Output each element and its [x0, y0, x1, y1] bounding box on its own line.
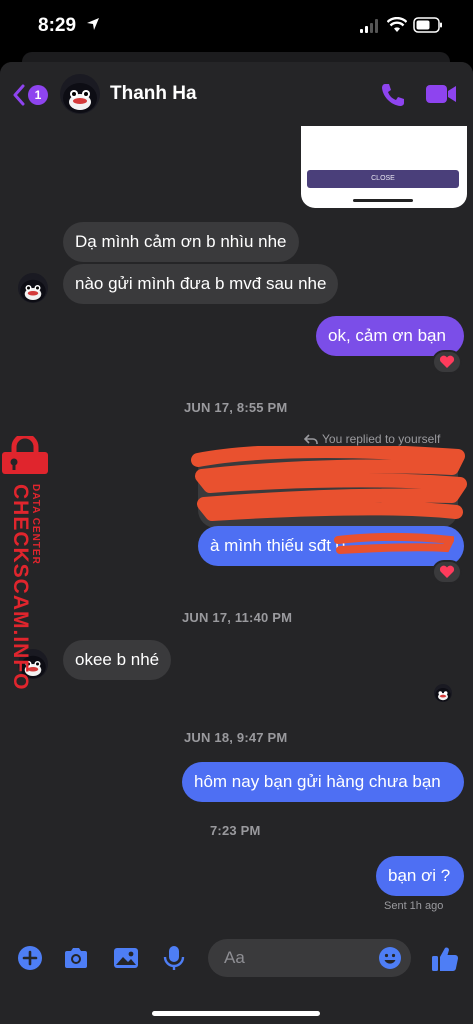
image-home-bar: [353, 199, 413, 202]
contact-name[interactable]: Thanh Ha: [110, 83, 197, 105]
heart-reaction[interactable]: [432, 560, 462, 584]
message-received[interactable]: okee b nhé: [63, 640, 172, 680]
redaction-scribble: [334, 533, 454, 554]
heart-icon: [439, 565, 455, 578]
back-button[interactable]: 1: [12, 80, 52, 110]
timestamp: JUN 17, 11:40 PM: [182, 610, 293, 625]
sent-status: Sent 1h ago: [384, 900, 444, 912]
contact-avatar-small: [18, 273, 48, 303]
camera-icon[interactable]: [62, 944, 90, 972]
message-text: à mình thiếu sđt 0: [210, 536, 346, 555]
wifi-icon: [387, 17, 407, 32]
penguin-avatar-icon: [60, 74, 100, 114]
reply-arrow-icon: [304, 434, 318, 444]
redaction-scribble: [191, 446, 467, 521]
watermark-subtext: DATA CENTER: [30, 484, 41, 565]
message-input[interactable]: [224, 948, 364, 968]
message-sent[interactable]: bạn ơi ?: [376, 856, 464, 896]
plus-circle-icon[interactable]: [16, 944, 44, 972]
image-close-button: CLOSE: [307, 170, 459, 188]
timestamp: 7:23 PM: [210, 823, 261, 838]
phone-icon[interactable]: [380, 82, 406, 108]
photo-gallery-icon[interactable]: [112, 944, 140, 972]
signal-icon: [360, 19, 378, 33]
timestamp: JUN 18, 9:47 PM: [184, 730, 288, 745]
location-arrow-icon: [87, 18, 99, 30]
video-camera-icon[interactable]: [425, 82, 457, 106]
message-composer[interactable]: [208, 939, 411, 977]
battery-icon: [413, 17, 442, 33]
padlock-watermark-icon: [2, 436, 48, 474]
contact-avatar[interactable]: [60, 74, 100, 114]
chat-header: 1 Thanh Ha: [0, 62, 473, 126]
message-received[interactable]: Dạ mình cảm ơn b nhìu nhe: [63, 222, 299, 262]
unread-badge: 1: [28, 85, 48, 105]
heart-reaction[interactable]: [432, 350, 462, 374]
home-indicator: [152, 1011, 320, 1016]
shared-image[interactable]: CLOSE: [301, 126, 467, 208]
status-bar: 8:29: [0, 0, 473, 52]
status-time: 8:29: [38, 15, 77, 36]
penguin-avatar-icon: [434, 684, 452, 702]
chat-screen: 1 Thanh Ha CLOSE Dạ mình cảm ơn b nhìu n…: [0, 62, 473, 1024]
chevron-left-icon: [13, 84, 25, 106]
message-sent[interactable]: hôm nay bạn gửi hàng chưa bạn: [182, 762, 464, 802]
message-received[interactable]: nào gửi mình đưa b mvđ sau nhe: [63, 264, 339, 304]
timestamp: JUN 17, 8:55 PM: [184, 400, 288, 415]
penguin-avatar-icon: [18, 273, 48, 303]
seen-avatar: [434, 684, 452, 702]
replied-label: You replied to yourself: [322, 432, 441, 446]
heart-icon: [439, 355, 455, 368]
emoji-icon[interactable]: [378, 946, 402, 970]
thumbs-up-icon[interactable]: [430, 944, 460, 974]
microphone-icon[interactable]: [160, 944, 188, 972]
watermark-text: CHECKSCAM.INFO: [9, 484, 32, 691]
